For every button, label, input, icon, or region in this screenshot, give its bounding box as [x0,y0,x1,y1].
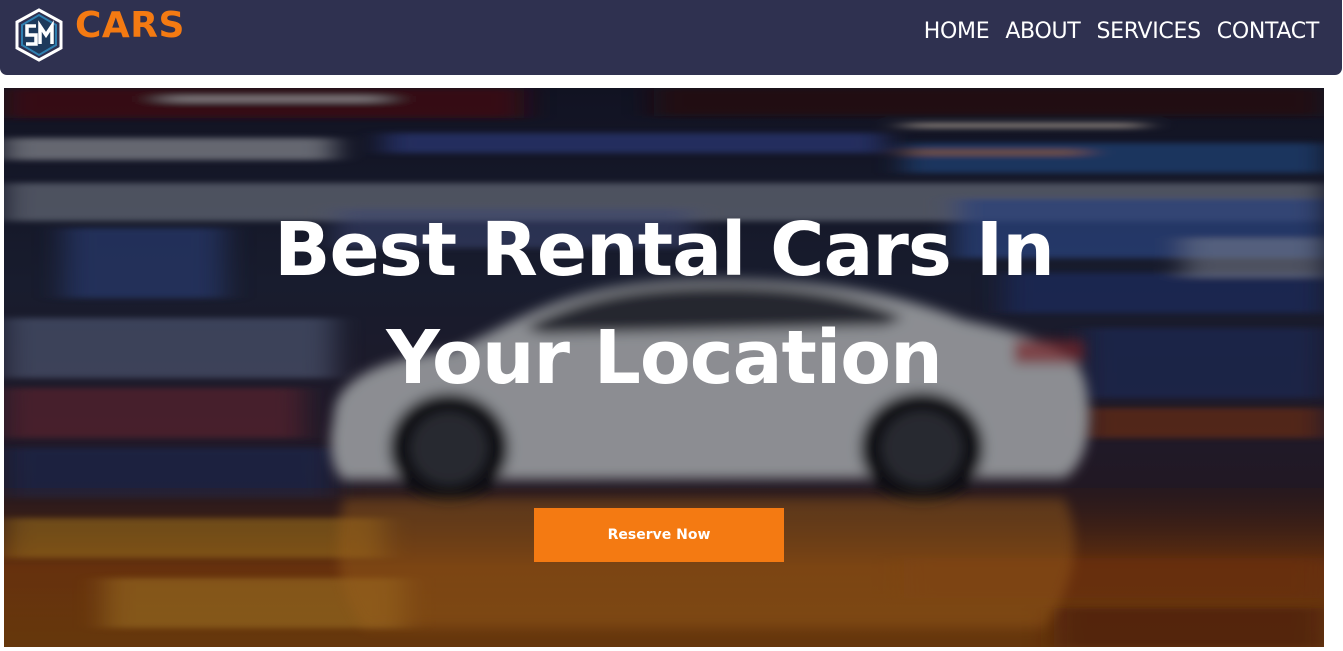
hero-title-line-2: Your Location [386,315,943,401]
nav-home-link[interactable]: HOME [924,17,990,47]
brand[interactable]: CARS [12,6,185,62]
brand-name[interactable]: CARS [75,6,185,46]
hero-title-line-1: Best Rental Cars In [274,207,1055,293]
sm-logo-icon[interactable] [12,8,66,62]
nav-contact-link[interactable]: CONTACT [1217,17,1320,47]
top-navbar: CARS HOME ABOUT SERVICES CONTACT [0,0,1342,75]
nav-services-link[interactable]: SERVICES [1096,17,1201,47]
hero-section: Best Rental Cars In Your Location Reserv… [4,88,1324,647]
main-nav: HOME ABOUT SERVICES CONTACT [924,17,1320,47]
nav-about-link[interactable]: ABOUT [1005,17,1080,47]
hero-title: Best Rental Cars In Your Location [4,196,1324,412]
reserve-now-button[interactable]: Reserve Now [534,508,784,562]
